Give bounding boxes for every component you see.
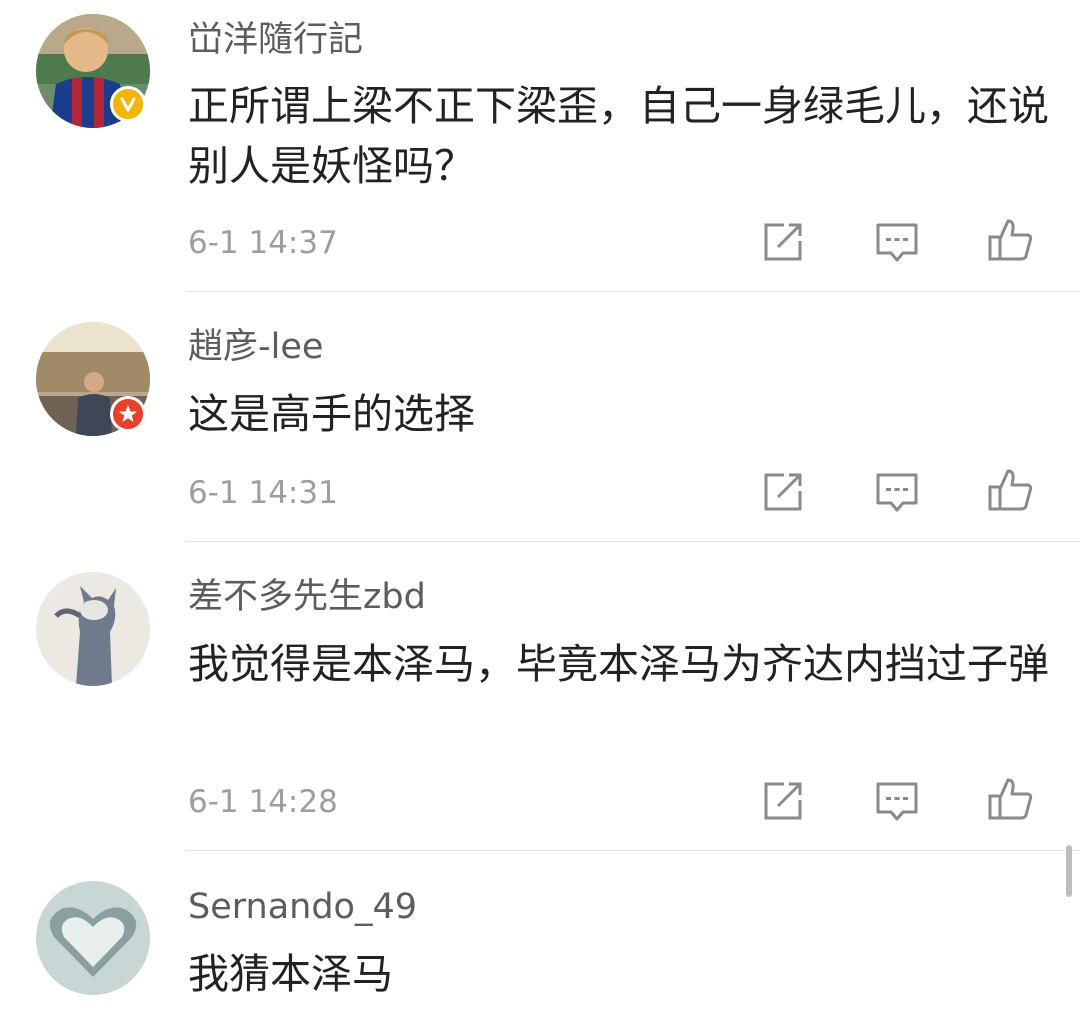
comment-text: 我猜本泽马 (188, 950, 393, 998)
comment-timestamp: 6-1 14:28 (188, 784, 338, 820)
repost-icon[interactable] (758, 467, 808, 517)
like-icon[interactable] (986, 774, 1036, 824)
comment-text: 正所谓上梁不正下梁歪，自己一身绿毛儿，还说别人是妖怪吗？ (188, 82, 1049, 190)
avatar[interactable] (36, 572, 150, 686)
comment-text: 我觉得是本泽马，毕竟本泽马为齐达内挡过子弹 (188, 640, 1049, 688)
like-icon[interactable] (986, 215, 1036, 265)
comment-icon[interactable] (872, 776, 922, 826)
comment-icon[interactable] (872, 217, 922, 267)
comment-username[interactable]: 趙彦-lee (188, 325, 323, 369)
star-badge-icon (110, 396, 146, 432)
comment-username[interactable]: Sernando_49 (188, 885, 417, 929)
comment-item: 差不多先生zbd 我觉得是本泽马，毕竟本泽马为齐达内挡过子弹 6-1 14:28 (0, 542, 1080, 850)
repost-icon[interactable] (758, 776, 808, 826)
comment-item: 趙彦-lee 这是高手的选择 6-1 14:31 (0, 292, 1080, 542)
comment-timestamp: 6-1 14:37 (188, 225, 338, 261)
verified-badge-icon (110, 86, 146, 122)
comment-username[interactable]: 差不多先生zbd (188, 575, 426, 619)
comment-text: 这是高手的选择 (188, 390, 475, 438)
comment-item: 峃洋隨行記 正所谓上梁不正下梁歪，自己一身绿毛儿，还说别人是妖怪吗？ 6-1 1… (0, 0, 1080, 292)
repost-icon[interactable] (758, 217, 808, 267)
comment-item: Sernando_49 我猜本泽马 (0, 851, 1080, 1012)
like-icon[interactable] (986, 465, 1036, 515)
comment-icon[interactable] (872, 467, 922, 517)
comment-timestamp: 6-1 14:31 (188, 475, 338, 511)
scrollbar[interactable] (1066, 845, 1072, 897)
comment-username[interactable]: 峃洋隨行記 (188, 18, 363, 62)
avatar[interactable] (36, 881, 150, 995)
